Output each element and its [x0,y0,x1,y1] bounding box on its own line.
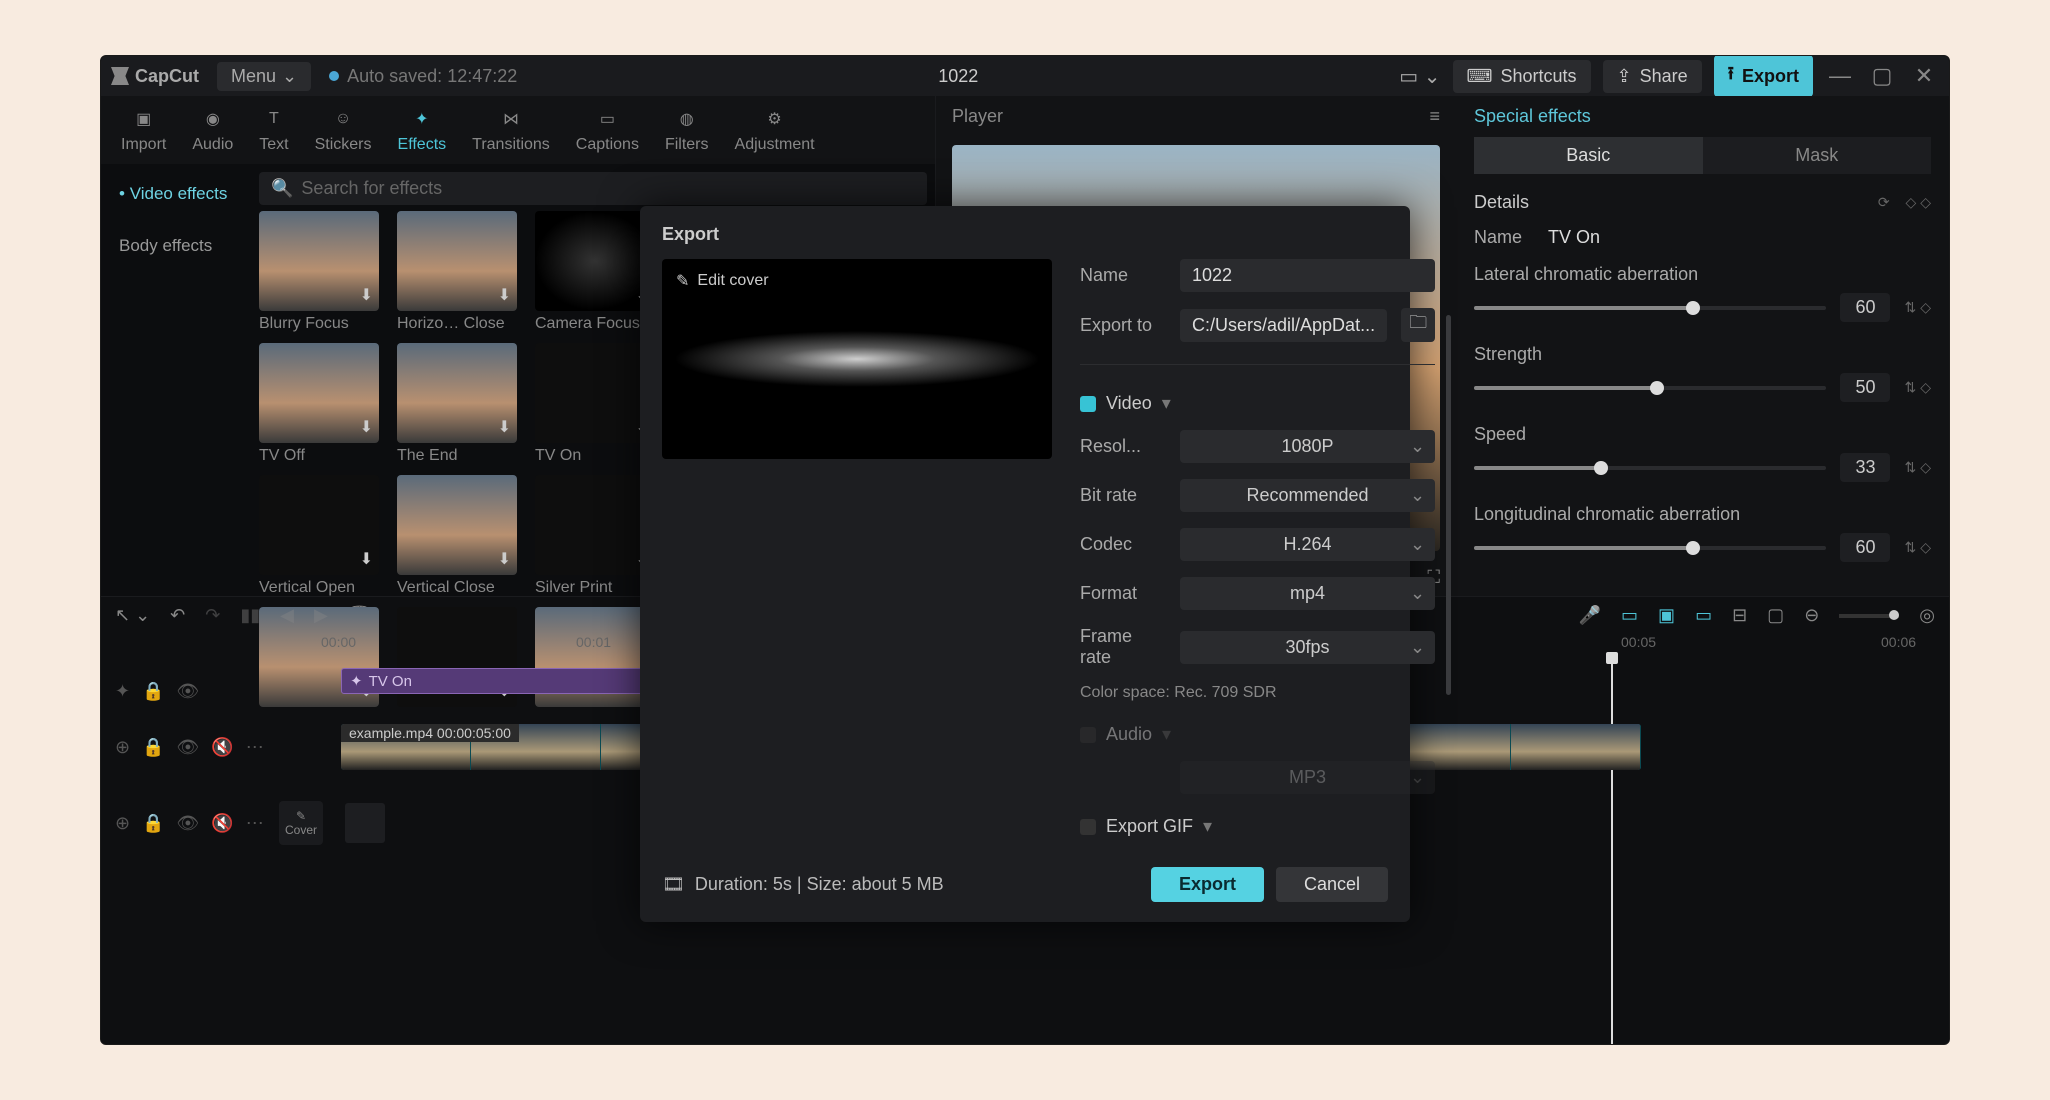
resolution-label: Resol... [1080,436,1166,457]
cover-preview[interactable]: ✎ Edit cover [662,259,1052,459]
checkbox-checked-icon [1080,396,1096,412]
dialog-title: Export [662,224,1388,245]
folder-icon: 🗀 [1409,310,1427,340]
export-dialog: Export ✎ Edit cover Name [640,206,1410,922]
gif-section-toggle[interactable]: Export GIF ▾ [1080,816,1435,837]
colorspace-label: Color space: Rec. 709 SDR [1080,684,1435,702]
codec-select[interactable]: H.264 [1180,528,1435,561]
framerate-label: Frame rate [1080,626,1166,668]
resolution-select[interactable]: 1080P [1180,430,1435,463]
scrollbar[interactable] [1446,315,1451,695]
video-section-toggle[interactable]: Video ▾ [1080,393,1435,414]
codec-label: Codec [1080,534,1166,555]
cancel-button[interactable]: Cancel [1276,867,1388,902]
edit-cover-button[interactable]: ✎ Edit cover [676,271,769,291]
framerate-select[interactable]: 30fps [1180,631,1435,664]
pencil-icon: ✎ [676,271,689,291]
duration-label: Duration: 5s | Size: about 5 MB [695,874,944,895]
browse-folder-button[interactable]: 🗀 [1401,308,1435,342]
name-input[interactable]: 1022 [1180,259,1435,292]
checkbox-unchecked-icon [1080,727,1096,743]
film-icon: 🎞 [662,874,685,895]
checkbox-unchecked-icon [1080,819,1096,835]
bitrate-label: Bit rate [1080,485,1166,506]
export-confirm-button[interactable]: Export [1151,867,1264,902]
audio-format-select[interactable]: MP3 [1180,761,1435,794]
bitrate-select[interactable]: Recommended [1180,479,1435,512]
format-label: Format [1080,583,1166,604]
audio-section-toggle[interactable]: Audio ▾ [1080,724,1435,745]
name-label: Name [1080,265,1166,286]
exportto-label: Export to [1080,315,1166,336]
format-select[interactable]: mp4 [1180,577,1435,610]
exportto-input[interactable]: C:/Users/adil/AppDat... [1180,309,1387,342]
